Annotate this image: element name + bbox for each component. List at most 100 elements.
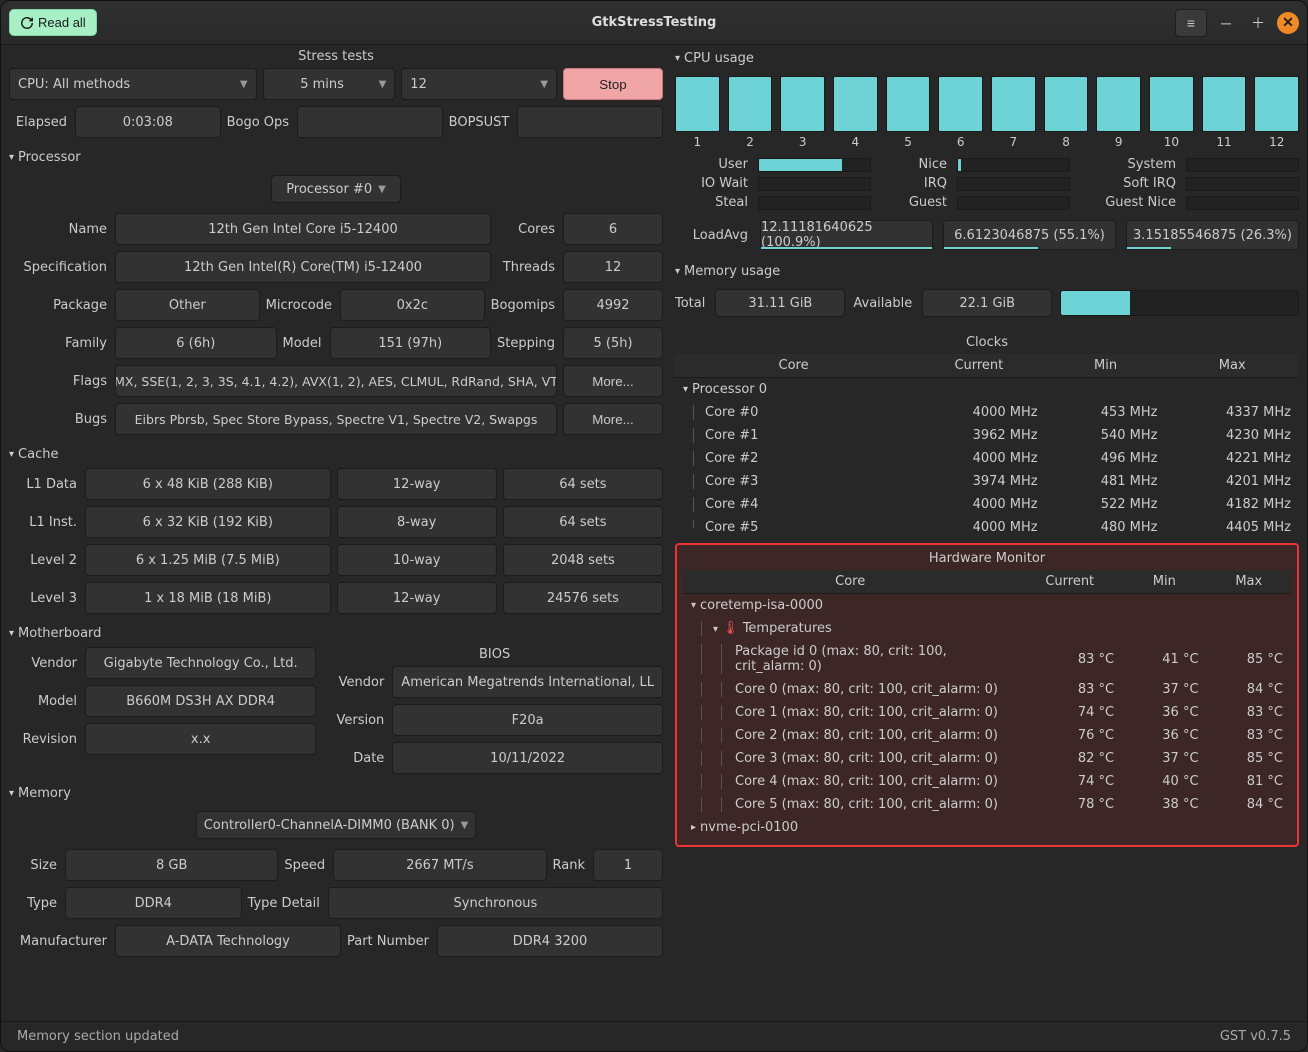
- memory-section-toggle[interactable]: ▾Memory: [9, 780, 663, 807]
- clocks-core: Core #1: [683, 428, 904, 443]
- hw-col-min[interactable]: Min: [1122, 570, 1206, 594]
- stress-method-value: CPU: All methods: [18, 77, 130, 92]
- cpu-bar: [780, 76, 825, 132]
- cpuusage-header: CPU usage: [684, 51, 754, 66]
- hw-cur: 76 °C: [1017, 724, 1122, 747]
- mem-avail-label: Available: [853, 296, 914, 311]
- clocks-min: 481 MHz: [1046, 470, 1166, 493]
- close-button[interactable]: ✕: [1277, 12, 1299, 34]
- chevron-down-icon: ▼: [540, 79, 548, 90]
- cpuusage-section-toggle[interactable]: ▾CPU usage: [675, 45, 1299, 72]
- mem-manuf-value: A-DATA Technology: [115, 925, 341, 957]
- cache-assoc: 10-way: [337, 544, 497, 576]
- read-all-label: Read all: [38, 15, 86, 30]
- cache-size: 6 x 1.25 MiB (7.5 MiB): [85, 544, 331, 576]
- hw-min: 36 °C: [1122, 701, 1206, 724]
- cpu-bar-label: 6: [938, 135, 983, 149]
- clocks-col-current[interactable]: Current: [912, 354, 1046, 378]
- proc-model-label: Model: [283, 336, 324, 351]
- clocks-col-min[interactable]: Min: [1046, 354, 1166, 378]
- table-row[interactable]: ▾ coretemp-isa-0000: [683, 594, 1291, 618]
- cpu-bar-label: 11: [1202, 135, 1247, 149]
- hw-max: 83 °C: [1207, 724, 1291, 747]
- user-gauge: [758, 158, 871, 172]
- clocks-min: 522 MHz: [1046, 493, 1166, 516]
- stress-method-dropdown[interactable]: CPU: All methods▼: [9, 68, 257, 100]
- table-row[interactable]: Core 5 (max: 80, crit: 100, crit_alarm: …: [683, 793, 1291, 816]
- hw-table: Core Current Min Max ▾ coretemp-isa-0000…: [683, 570, 1291, 839]
- table-row[interactable]: Core 1 (max: 80, crit: 100, crit_alarm: …: [683, 701, 1291, 724]
- table-row[interactable]: Core 3 (max: 80, crit: 100, crit_alarm: …: [683, 747, 1291, 770]
- cache-size: 6 x 32 KiB (192 KiB): [85, 506, 331, 538]
- mem-rank-value: 1: [593, 849, 663, 881]
- clocks-min: 480 MHz: [1046, 516, 1166, 539]
- mem-part-label: Part Number: [347, 934, 431, 949]
- table-row[interactable]: Core #4 4000 MHz 522 MHz 4182 MHz: [675, 493, 1299, 516]
- processor-selector-value: Processor #0: [286, 182, 372, 197]
- bios-date-value: 10/11/2022: [392, 742, 663, 774]
- table-row[interactable]: Core #1 3962 MHz 540 MHz 4230 MHz: [675, 424, 1299, 447]
- mobo-section-toggle[interactable]: ▾Motherboard: [9, 620, 663, 647]
- stop-button[interactable]: Stop: [563, 68, 663, 100]
- clocks-title: Clocks: [675, 331, 1299, 354]
- bopsust-label: BOPSUST: [449, 115, 512, 130]
- minimize-button[interactable]: ─: [1213, 9, 1239, 37]
- clocks-max: 4221 MHz: [1165, 447, 1299, 470]
- proc-stepping-value: 5 (5h): [563, 327, 663, 359]
- chevron-down-icon: ▾: [9, 628, 14, 639]
- clocks-core: Core #2: [683, 451, 904, 466]
- flags-more-button[interactable]: More...: [563, 365, 663, 397]
- mobo-revision-label: Revision: [9, 732, 79, 747]
- hamburger-menu-button[interactable]: ≡: [1175, 9, 1207, 37]
- mem-total-label: Total: [675, 296, 707, 311]
- read-all-button[interactable]: Read all: [9, 9, 97, 36]
- clocks-col-core[interactable]: Core: [675, 354, 912, 378]
- iowait-gauge: [758, 177, 871, 191]
- stress-duration-dropdown[interactable]: 5 mins▼: [263, 68, 396, 100]
- table-row[interactable]: Package id 0 (max: 80, crit: 100, crit_a…: [683, 640, 1291, 678]
- memory-selector-dropdown[interactable]: Controller0-ChannelA-DIMM0 (BANK 0)▼: [196, 811, 476, 839]
- table-row[interactable]: Core #5 4000 MHz 480 MHz 4405 MHz: [675, 516, 1299, 539]
- bios-vendor-label: Vendor: [326, 675, 386, 690]
- table-row[interactable]: Core #3 3974 MHz 481 MHz 4201 MHz: [675, 470, 1299, 493]
- stress-workers-dropdown[interactable]: 12▼: [401, 68, 557, 100]
- proc-bugs-label: Bugs: [9, 412, 109, 427]
- clocks-min: 540 MHz: [1046, 424, 1166, 447]
- mem-part-value: DDR4 3200: [437, 925, 663, 957]
- chevron-down-icon: ▾: [9, 449, 14, 460]
- cache-section-toggle[interactable]: ▾Cache: [9, 441, 663, 468]
- table-row[interactable]: ▾ Processor 0: [675, 378, 1299, 402]
- bogoops-label: Bogo Ops: [227, 115, 291, 130]
- table-row[interactable]: Core #2 4000 MHz 496 MHz 4221 MHz: [675, 447, 1299, 470]
- table-row[interactable]: ▾ 🌡Temperatures: [683, 617, 1291, 640]
- processor-section-toggle[interactable]: ▾Processor: [9, 144, 663, 171]
- hw-col-core[interactable]: Core: [683, 570, 1017, 594]
- cpu-bar-label: 12: [1254, 135, 1299, 149]
- cpu-bar: [1096, 76, 1141, 132]
- table-row[interactable]: Core #0 4000 MHz 453 MHz 4337 MHz: [675, 401, 1299, 424]
- mobo-vendor-label: Vendor: [9, 656, 79, 671]
- hw-col-current[interactable]: Current: [1017, 570, 1122, 594]
- mem-total-value: 31.11 GiB: [715, 289, 845, 317]
- clocks-max: 4201 MHz: [1165, 470, 1299, 493]
- hw-nvme: nvme-pci-0100: [700, 820, 798, 835]
- table-row[interactable]: Core 2 (max: 80, crit: 100, crit_alarm: …: [683, 724, 1291, 747]
- table-row[interactable]: Core 4 (max: 80, crit: 100, crit_alarm: …: [683, 770, 1291, 793]
- hw-col-max[interactable]: Max: [1207, 570, 1291, 594]
- cpu-bar-label: 7: [991, 135, 1036, 149]
- clocks-col-max[interactable]: Max: [1165, 354, 1299, 378]
- chevron-down-icon: ▼: [379, 79, 387, 90]
- table-row[interactable]: Core 0 (max: 80, crit: 100, crit_alarm: …: [683, 678, 1291, 701]
- clocks-cur: 4000 MHz: [912, 447, 1046, 470]
- memusage-section-toggle[interactable]: ▾Memory usage: [675, 258, 1299, 285]
- refresh-icon: [20, 16, 34, 30]
- maximize-button[interactable]: ＋: [1245, 9, 1271, 37]
- bugs-more-button[interactable]: More...: [563, 403, 663, 435]
- clocks-cur: 4000 MHz: [912, 493, 1046, 516]
- mem-manuf-label: Manufacturer: [9, 934, 109, 949]
- table-row[interactable]: ▸ nvme-pci-0100: [683, 816, 1291, 839]
- cache-sets: 2048 sets: [503, 544, 663, 576]
- mem-size-label: Size: [9, 858, 59, 873]
- processor-selector-dropdown[interactable]: Processor #0▼: [271, 175, 401, 203]
- bios-version-value: F20a: [392, 704, 663, 736]
